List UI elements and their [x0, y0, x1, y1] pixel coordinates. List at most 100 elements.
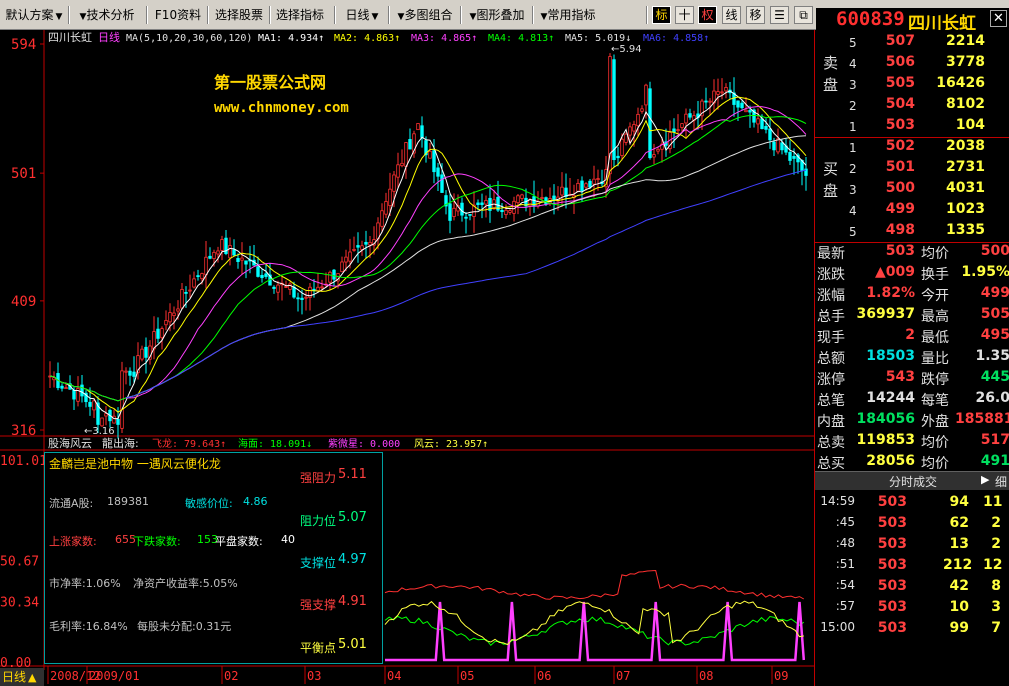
candle-body: [392, 174, 396, 192]
line-icon[interactable]: 线: [722, 6, 741, 24]
order-volume: 104: [955, 117, 985, 133]
tick-row: :45 503 62 2: [815, 515, 1009, 536]
order-book-row[interactable]: 4 499 1023: [815, 201, 1009, 222]
candle-body: [340, 261, 344, 273]
multi-chart-menu[interactable]: ▼多图组合: [391, 5, 457, 25]
quote-key: 涨停: [817, 372, 845, 388]
gross-margin: 毛利率:16.84%: [49, 620, 128, 633]
candle-body: [272, 286, 276, 289]
toolbar-divider: [646, 6, 648, 24]
candle-body: [480, 202, 484, 205]
candle-body: [232, 249, 236, 256]
sub-y-tick-label: 30.34: [0, 595, 39, 610]
y-tick-label: 501: [11, 166, 36, 182]
common-indicator-menu[interactable]: ▼常用指标: [535, 5, 599, 25]
quote-value: 14244: [866, 390, 915, 406]
candle-body: [656, 148, 660, 152]
order-book-row[interactable]: 3 505 16426: [815, 75, 1009, 96]
info-panel: 金麟岂是池中物 一遇风云便化龙 强阻力 5.11 流通A股: 189381 敏感…: [44, 452, 383, 664]
tick-time: :51: [835, 557, 855, 571]
down-label: 下跌家数:: [133, 535, 181, 548]
candle-body: [588, 180, 592, 188]
order-level: 4: [849, 57, 857, 71]
candle-body: [788, 151, 792, 161]
quote-row: 总额 18503 量比 1.35: [815, 348, 1009, 369]
close-icon[interactable]: ✕: [990, 10, 1007, 27]
y-tick-label: 594: [11, 37, 36, 53]
bottom-tab-label: 日线: [2, 670, 26, 684]
quote-value: 491: [980, 453, 1009, 469]
order-price: 504: [885, 96, 915, 112]
list-icon[interactable]: ☰: [770, 6, 789, 24]
quote-key: 换手: [921, 267, 949, 283]
candle-body: [288, 283, 292, 290]
candle-body: [176, 308, 180, 312]
candle-body: [520, 194, 524, 199]
crosshair-icon[interactable]: 十: [675, 6, 694, 24]
candle-body: [236, 258, 240, 262]
candle-body: [768, 128, 772, 141]
tick-row: :48 503 13 2: [815, 536, 1009, 557]
move-icon[interactable]: 移: [746, 6, 765, 24]
quote-row: 总笔 14244 每笔 26.0: [815, 390, 1009, 411]
ma6-legend: MA6: 4.858↑: [643, 33, 709, 44]
candle-body: [756, 118, 760, 125]
select-stock-button[interactable]: 选择股票: [212, 5, 266, 25]
order-book-row[interactable]: 2 504 8102: [815, 96, 1009, 117]
tech-analysis-menu[interactable]: ▼技术分析: [74, 5, 138, 25]
ticks-header[interactable]: 分时成交 ▶ 细: [815, 471, 1009, 490]
tick-volume: 13: [949, 536, 969, 552]
x-tick-label: 08: [699, 669, 713, 683]
tick-row: 15:00 503 99 7: [815, 620, 1009, 641]
candle-body: [344, 256, 348, 263]
mark-icon[interactable]: 标: [652, 6, 671, 24]
order-book-row[interactable]: 1 503 104: [815, 117, 1009, 138]
default-plan-menu[interactable]: 默认方案 ▼: [4, 5, 64, 25]
order-price: 506: [885, 54, 915, 70]
overlay-menu[interactable]: ▼图形叠加: [463, 5, 529, 25]
tick-price: 503: [877, 578, 907, 594]
toolbar-divider: [460, 6, 462, 24]
candle-body: [476, 202, 480, 206]
order-book-row[interactable]: 1 502 2038: [815, 138, 1009, 159]
candle-body: [508, 210, 512, 213]
select-indicator-button[interactable]: 选择指标: [273, 5, 327, 25]
order-level: 2: [849, 99, 857, 113]
roe: 净资产收益率:5.05%: [133, 577, 238, 590]
order-book-row[interactable]: 3 500 4031: [815, 180, 1009, 201]
period-menu[interactable]: 日线 ▼: [340, 5, 384, 25]
sub-legend-haimian: 海面: 18.091↓: [238, 437, 312, 450]
tick-count: 7: [991, 620, 1001, 636]
x-tick-label: 06: [537, 669, 551, 683]
x-tick-label: 03: [307, 669, 321, 683]
toolbar-divider: [334, 6, 336, 24]
order-volume: 16426: [936, 75, 985, 91]
quote-key: 跌停: [921, 372, 949, 388]
tick-price: 503: [877, 599, 907, 615]
toolbar-divider: [146, 6, 148, 24]
candle-body: [652, 154, 656, 158]
candle-body: [256, 266, 260, 277]
candle-body: [192, 278, 196, 288]
toolbar-divider: [388, 6, 390, 24]
quote-value: 445: [980, 369, 1009, 385]
candle-body: [584, 183, 588, 188]
order-book-row[interactable]: 5 498 1335: [815, 222, 1009, 243]
restore-icon[interactable]: ⧉: [794, 6, 813, 24]
strong-support-label: 强支撑: [300, 598, 337, 612]
candle-body: [724, 86, 728, 92]
candle-body: [708, 100, 712, 103]
tick-price: 503: [877, 494, 907, 510]
f10-button[interactable]: F10资料: [152, 5, 204, 25]
order-book-row[interactable]: 4 506 3778: [815, 54, 1009, 75]
x-tick-label: 02: [224, 669, 238, 683]
order-book-row[interactable]: 5 507 2214: [815, 33, 1009, 54]
order-book-row[interactable]: 2 501 2731: [815, 159, 1009, 180]
watermark-url: www.chnmoney.com: [214, 100, 349, 116]
ma-params: MA(5,10,20,30,60,120): [126, 33, 252, 44]
quote-row: 现手 2 最低 495: [815, 327, 1009, 348]
candle-body: [552, 195, 556, 201]
candle-body: [168, 312, 172, 323]
rights-icon[interactable]: 权: [698, 6, 717, 24]
detail-tab[interactable]: 细: [995, 473, 1007, 490]
